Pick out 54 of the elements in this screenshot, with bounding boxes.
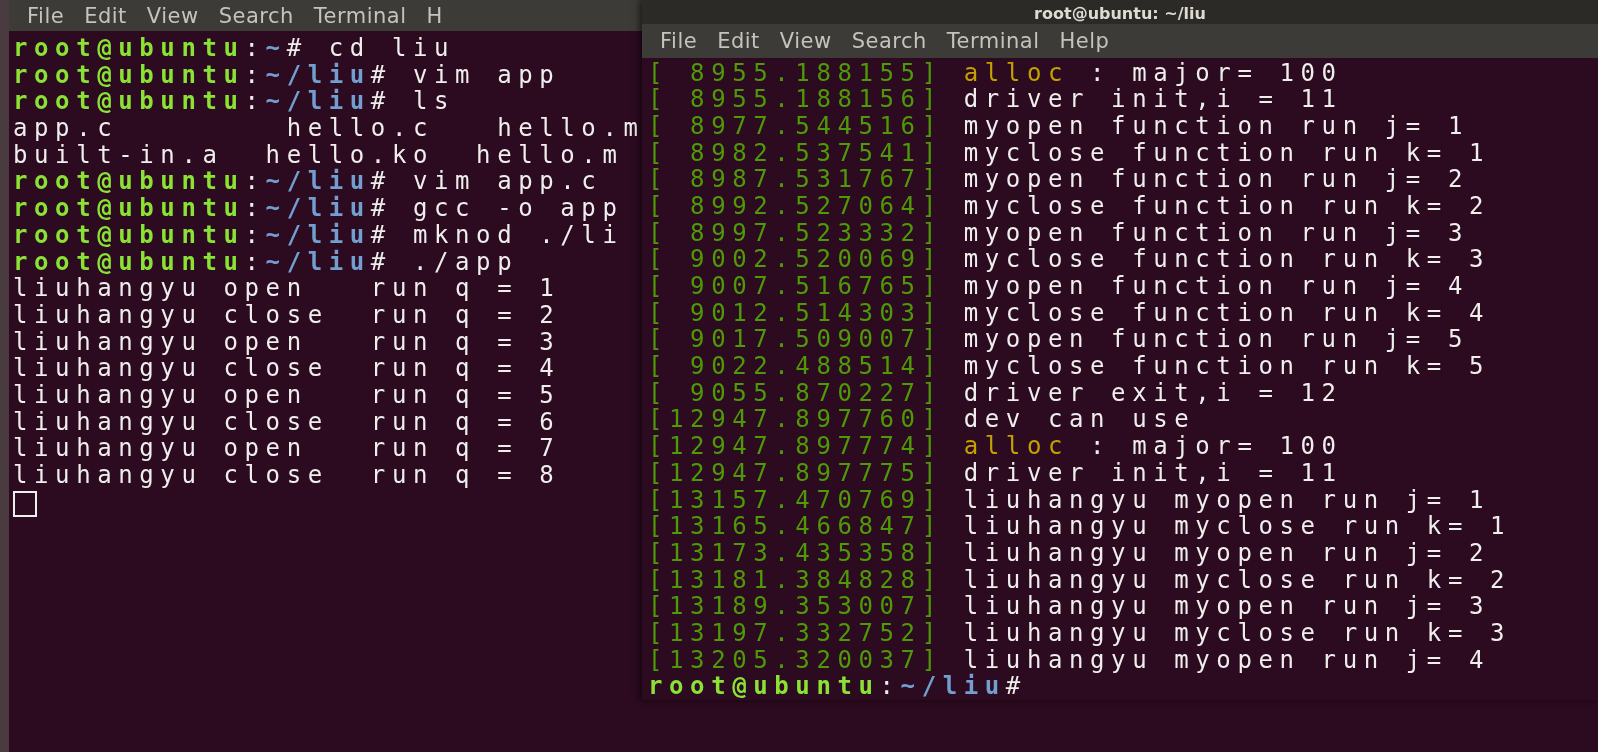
menu-item[interactable]: H <box>426 3 443 28</box>
menu-item[interactable]: File <box>660 28 698 53</box>
prompt-line: root@ubuntu:~/liu# vim app.c <box>13 168 603 196</box>
output-line: liuhangyu open run q = 7 <box>13 435 561 462</box>
prompt-line: root@ubuntu:~/liu# gcc -o app <box>13 195 624 222</box>
log-line: [13197.332752] liuhangyu myclose run k= 3 <box>648 619 1512 647</box>
menu-item[interactable]: Search <box>218 3 294 28</box>
menu-item[interactable]: Edit <box>717 28 760 53</box>
log-line: [13189.353007] liuhangyu myopen run j= 3 <box>648 593 1490 620</box>
log-line: [ 9022.488514] myclose function run k= 5 <box>648 353 1490 380</box>
log-line: [ 8987.531767] myopen function run j= 2 <box>648 166 1469 193</box>
log-line: [13157.470769] liuhangyu myopen run j= 1 <box>648 486 1490 514</box>
log-line: [ 8982.537541] myclose function run k= 1 <box>648 139 1490 167</box>
log-line: [ 8955.188155] alloc : major= 100 <box>648 59 1343 87</box>
log-line: [13205.320037] liuhangyu myopen run j= 4 <box>648 646 1490 674</box>
menu-item[interactable]: File <box>27 3 65 28</box>
window-title: root@ubuntu: ~/liu <box>1034 3 1206 24</box>
output-line: liuhangyu close run q = 8 <box>13 462 561 489</box>
log-line: [ 9017.509007] myopen function run j= 5 <box>648 326 1469 354</box>
output-line: built-in.a hello.ko hello.m <box>13 141 624 169</box>
menu-item[interactable]: Edit <box>84 3 127 28</box>
prompt-line: root@ubuntu:~/liu# ls <box>13 88 456 116</box>
output-line: liuhangyu open run q = 5 <box>13 381 561 409</box>
prompt-line: root@ubuntu:~# cd liu <box>13 35 456 62</box>
output-line: liuhangyu close run q = 2 <box>13 301 561 329</box>
log-line: [ 9007.516765] myopen function run j= 4 <box>648 273 1469 300</box>
log-line: [ 8992.527064] myclose function run k= 2 <box>648 192 1490 220</box>
output-line: liuhangyu open run q = 1 <box>13 275 561 302</box>
log-line: [ 9055.870227] driver exit,i = 12 <box>648 379 1343 407</box>
menu-item[interactable]: View <box>146 3 199 28</box>
output-line: app.c hello.c hello.m <box>13 115 645 142</box>
log-line: [12947.897774] alloc : major= 100 <box>648 433 1343 460</box>
log-line: [12947.897760] dev can use <box>648 406 1196 434</box>
log-line: [ 8955.188156] driver init,i = 11 <box>648 86 1343 113</box>
output-line: liuhangyu close run q = 6 <box>13 408 561 436</box>
log-line: [12947.897775] driver init,i = 11 <box>648 459 1343 487</box>
log-line: [ 8977.544516] myopen function run j= 1 <box>648 112 1469 140</box>
prompt-line: root@ubuntu:~/liu# vim app <box>13 61 561 89</box>
prompt-line: root@ubuntu:~/liu# ./app <box>13 248 519 276</box>
log-line: [ 9012.514303] myclose function run k= 4 <box>648 299 1490 327</box>
menu-item[interactable]: Help <box>1059 28 1110 53</box>
prompt-line: root@ubuntu:~/liu# <box>648 673 1027 700</box>
output-line: liuhangyu close run q = 4 <box>13 355 561 382</box>
log-line: [ 8997.523332] myopen function run j= 3 <box>648 219 1469 247</box>
log-line: [13173.435358] liuhangyu myopen run j= 2 <box>648 539 1490 567</box>
log-line: [ 9002.520069] myclose function run k= 3 <box>648 246 1490 273</box>
menu-item[interactable]: Terminal <box>313 3 407 28</box>
prompt-line: root@ubuntu:~/liu# mknod ./li <box>13 221 624 249</box>
log-line: [13181.384828] liuhangyu myclose run k= 2 <box>648 566 1512 594</box>
menu-item[interactable]: Terminal <box>946 28 1040 53</box>
menu-item[interactable]: View <box>779 28 832 53</box>
menu-item[interactable]: Search <box>851 28 927 53</box>
output-line: liuhangyu open run q = 3 <box>13 328 561 356</box>
log-line: [13165.466847] liuhangyu myclose run k= 1 <box>648 513 1512 540</box>
